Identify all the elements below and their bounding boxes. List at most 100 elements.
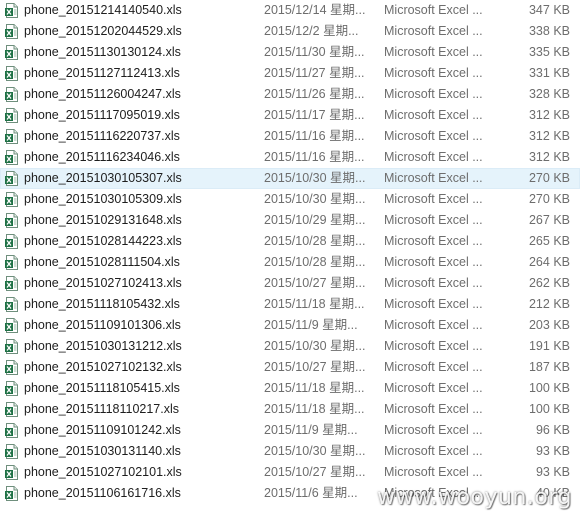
file-type: Microsoft Excel ... [384, 3, 483, 17]
file-row[interactable]: phone_20151109101306.xls 2015/11/9 星期... M… [0, 315, 580, 336]
file-type: Microsoft Excel ... [384, 24, 483, 38]
file-type: Microsoft Excel ... [384, 486, 483, 500]
excel-file-icon [5, 108, 18, 123]
file-date-modified: 2015/12/2 星期... [264, 24, 359, 38]
file-type: Microsoft Excel ... [384, 108, 483, 122]
file-size: 267 KB [528, 213, 570, 227]
file-row[interactable]: phone_20151116220737.xls 2015/11/16 星期...… [0, 126, 580, 147]
file-size: 312 KB [528, 108, 570, 122]
file-name: phone_20151106161716.xls [24, 486, 181, 500]
file-size: 93 KB [535, 465, 570, 479]
file-name: phone_20151027102101.xls [24, 465, 182, 479]
file-size: 328 KB [528, 87, 570, 101]
file-size: 40 KB [535, 486, 570, 500]
excel-file-icon [5, 150, 18, 165]
file-size: 270 KB [528, 192, 570, 206]
excel-file-icon [5, 486, 18, 501]
excel-file-icon [5, 402, 18, 417]
file-date-modified: 2015/10/28 星期... [264, 234, 366, 248]
file-row[interactable]: phone_20151028111504.xls 2015/10/28 星期...… [0, 252, 580, 273]
file-row[interactable]: phone_20151030131212.xls 2015/10/30 星期...… [0, 336, 580, 357]
file-name: phone_20151130130124.xls [24, 45, 181, 59]
file-name: phone_20151116234046.xls [24, 150, 180, 164]
file-date-modified: 2015/10/30 星期... [264, 171, 366, 185]
file-size: 262 KB [528, 276, 570, 290]
file-date-modified: 2015/11/16 星期... [264, 129, 365, 143]
excel-file-icon [5, 213, 18, 228]
file-type: Microsoft Excel ... [384, 213, 483, 227]
file-size: 187 KB [528, 360, 570, 374]
file-row[interactable]: phone_20151214140540.xls 2015/12/14 星期...… [0, 0, 580, 21]
file-date-modified: 2015/11/18 星期... [264, 381, 365, 395]
file-name: phone_20151027102413.xls [24, 276, 182, 290]
file-name: phone_20151028144223.xls [24, 234, 182, 248]
file-date-modified: 2015/10/27 星期... [264, 276, 366, 290]
excel-file-icon [5, 360, 18, 375]
excel-file-icon [5, 234, 18, 249]
file-type: Microsoft Excel ... [384, 66, 483, 80]
file-type: Microsoft Excel ... [384, 381, 483, 395]
excel-file-icon [5, 381, 18, 396]
file-date-modified: 2015/10/28 星期... [264, 255, 366, 269]
file-size: 338 KB [528, 24, 570, 38]
file-row[interactable]: phone_20151028144223.xls 2015/10/28 星期...… [0, 231, 580, 252]
file-row[interactable]: phone_20151202044529.xls 2015/12/2 星期... M… [0, 21, 580, 42]
file-size: 100 KB [528, 402, 570, 416]
file-date-modified: 2015/11/27 星期... [264, 66, 365, 80]
file-row[interactable]: phone_20151029131648.xls 2015/10/29 星期...… [0, 210, 580, 231]
file-name: phone_20151118110217.xls [24, 402, 180, 416]
file-name: phone_20151029131648.xls [24, 213, 182, 227]
excel-file-icon [5, 276, 18, 291]
file-row[interactable]: phone_20151126004247.xls 2015/11/26 星期...… [0, 84, 580, 105]
file-date-modified: 2015/11/26 星期... [264, 87, 365, 101]
file-date-modified: 2015/11/17 星期... [264, 108, 365, 122]
file-type: Microsoft Excel ... [384, 444, 483, 458]
file-row[interactable]: phone_20151118110217.xls 2015/11/18 星期...… [0, 399, 580, 420]
file-size: 331 KB [528, 66, 570, 80]
file-type: Microsoft Excel ... [384, 297, 483, 311]
file-type: Microsoft Excel ... [384, 423, 483, 437]
file-row[interactable]: phone_20151030105307.xls 2015/10/30 星期...… [0, 168, 580, 189]
file-name: phone_20151126004247.xls [24, 87, 181, 101]
file-date-modified: 2015/10/30 星期... [264, 444, 366, 458]
file-name: phone_20151202044529.xls [24, 24, 182, 38]
file-row[interactable]: phone_20151027102101.xls 2015/10/27 星期...… [0, 462, 580, 483]
file-row[interactable]: phone_20151118105432.xls 2015/11/18 星期...… [0, 294, 580, 315]
file-type: Microsoft Excel ... [384, 45, 483, 59]
excel-file-icon [5, 66, 18, 81]
file-type: Microsoft Excel ... [384, 192, 483, 206]
file-size: 312 KB [528, 150, 570, 164]
file-row[interactable]: phone_20151106161716.xls 2015/11/6 星期... M… [0, 483, 580, 504]
file-row[interactable]: phone_20151130130124.xls 2015/11/30 星期...… [0, 42, 580, 63]
file-list: phone_20151214140540.xls 2015/12/14 星期...… [0, 0, 580, 504]
file-row[interactable]: phone_20151118105415.xls 2015/11/18 星期...… [0, 378, 580, 399]
file-size: 264 KB [528, 255, 570, 269]
file-date-modified: 2015/11/9 星期... [264, 318, 358, 332]
file-row[interactable]: phone_20151116234046.xls 2015/11/16 星期...… [0, 147, 580, 168]
file-name: phone_20151027102132.xls [24, 360, 182, 374]
file-type: Microsoft Excel ... [384, 150, 483, 164]
file-row[interactable]: phone_20151117095019.xls 2015/11/17 星期...… [0, 105, 580, 126]
excel-file-icon [5, 444, 18, 459]
file-row[interactable]: phone_20151027102132.xls 2015/10/27 星期...… [0, 357, 580, 378]
excel-file-icon [5, 45, 18, 60]
file-row[interactable]: phone_20151027102413.xls 2015/10/27 星期...… [0, 273, 580, 294]
file-row[interactable]: phone_20151109101242.xls 2015/11/9 星期... M… [0, 420, 580, 441]
file-row[interactable]: phone_20151127112413.xls 2015/11/27 星期...… [0, 63, 580, 84]
file-name: phone_20151030105309.xls [24, 192, 182, 206]
file-name: phone_20151030105307.xls [24, 171, 182, 185]
file-date-modified: 2015/10/27 星期... [264, 360, 366, 374]
excel-file-icon [5, 192, 18, 207]
file-name: phone_20151118105432.xls [24, 297, 180, 311]
file-type: Microsoft Excel ... [384, 276, 483, 290]
excel-file-icon [5, 87, 18, 102]
file-type: Microsoft Excel ... [384, 234, 483, 248]
file-size: 100 KB [528, 381, 570, 395]
file-row[interactable]: phone_20151030105309.xls 2015/10/30 星期...… [0, 189, 580, 210]
file-size: 203 KB [528, 318, 570, 332]
file-size: 265 KB [528, 234, 570, 248]
file-type: Microsoft Excel ... [384, 402, 483, 416]
file-size: 191 KB [528, 339, 570, 353]
file-row[interactable]: phone_20151030131140.xls 2015/10/30 星期...… [0, 441, 580, 462]
excel-file-icon [5, 129, 18, 144]
